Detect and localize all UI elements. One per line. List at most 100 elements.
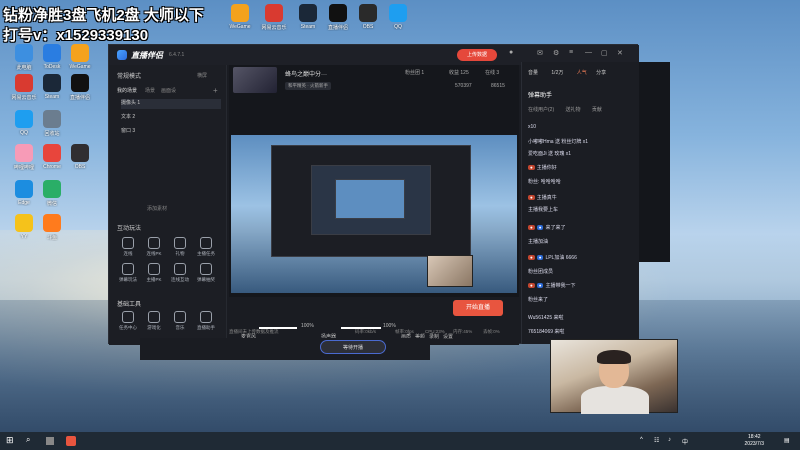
search-icon[interactable]: ⌕ [26, 435, 36, 445]
desktop-icon[interactable]: 直播伴侣 [62, 74, 98, 101]
stat-item: 收益 125 [449, 70, 469, 76]
notification-icon[interactable]: ▤ [784, 437, 794, 447]
minimize-icon[interactable]: — [585, 49, 592, 56]
chat-message: 粉丝来了 [528, 297, 549, 303]
left-sidebar: 常规模式 横屏 我的场景 场景 画面设 + 摄像头 1 文本 2 窗口 3 添加… [109, 65, 227, 345]
mail-icon[interactable]: ✉ [537, 49, 543, 57]
room-thumbnail[interactable] [233, 67, 277, 93]
scene-item[interactable]: 文本 2 [121, 113, 221, 123]
interact-tool[interactable]: 连线互动 [167, 263, 193, 283]
tray-icon[interactable]: ^ [640, 437, 650, 447]
metric: 帧率:0fps [395, 329, 414, 334]
preview-webcam [427, 255, 473, 287]
interact-tool[interactable]: 弹幕抽奖 [193, 263, 219, 283]
like-count: 86515 [491, 83, 505, 89]
stream-preview[interactable] [231, 135, 517, 293]
person-hair [597, 350, 631, 364]
add-material-button[interactable]: 添加素材 [147, 205, 167, 212]
menu-icon[interactable]: ≡ [569, 49, 573, 56]
start-live-button[interactable]: 开始直播 [453, 300, 503, 316]
desktop-icon[interactable]: 斗鱼 [34, 214, 70, 241]
settings-icon[interactable]: ⚙ [553, 49, 559, 57]
interact-title: 互动玩法 [117, 226, 142, 232]
chat-subtabs: 在线用户(2) 送礼物 贡献 [528, 106, 636, 113]
ime-icon[interactable]: 中 [682, 437, 692, 447]
chat-message: 粉丝: 哈哈哈哈 [528, 179, 561, 185]
chat-message: Wu561425 来啦 [528, 315, 564, 321]
desktop-icon[interactable]: 网易云音乐 [256, 4, 292, 31]
desktop-icon[interactable]: QQ [380, 4, 416, 30]
scene-tab[interactable]: 画面设 [161, 87, 176, 94]
interact-tool[interactable]: 弹幕玩法 [115, 263, 141, 283]
viewer-count: 570397 [455, 83, 472, 89]
stream-overlay-line2: 打号v：x1529339130 [3, 27, 149, 44]
chat-message: 主播加油 [528, 239, 549, 245]
chat-subtab[interactable]: 贡献 [592, 107, 602, 113]
chat-tab[interactable]: 人气 [577, 70, 587, 76]
interact-tool[interactable]: 礼物 [167, 237, 193, 257]
upload-data-button[interactable]: 上传数据 [457, 49, 497, 61]
webcam-overlay [550, 339, 678, 414]
chat-subtab[interactable]: 送礼物 [566, 107, 581, 113]
chat-message: ● ● 主播带我一下 [528, 283, 576, 289]
chat-tab[interactable]: 1/2万 [551, 70, 563, 76]
chat-message: 小嘟嘟Hma 送 粉丝灯牌 x1 [528, 139, 589, 145]
interact-tool[interactable]: 主播PK [141, 263, 167, 283]
chat-message: ● ● LPL加油 6666 [528, 255, 577, 261]
mode-title[interactable]: 常规模式 [117, 71, 141, 80]
mode-switch[interactable]: 横屏 [197, 72, 207, 79]
chat-tab[interactable]: 分享 [596, 70, 606, 76]
interact-tool[interactable]: 连线PK [141, 237, 167, 257]
metric: CPU:23% [425, 329, 445, 334]
interact-tool[interactable]: 主播任务 [193, 237, 219, 257]
close-icon[interactable]: ✕ [617, 49, 623, 57]
live-companion-taskbar-icon[interactable] [66, 436, 76, 446]
stat-item: 在线 3 [485, 70, 500, 76]
taskbar-clock[interactable]: 18:42 2023/7/3 [745, 434, 764, 448]
desktop-icon[interactable]: WeGame [222, 4, 258, 30]
scene-tab[interactable]: 我的场景 [117, 87, 137, 94]
scene-item[interactable]: 摄像头 1 [121, 99, 221, 109]
stream-overlay-line1: 钻粉净胜3盘飞机2盘 大师以下 [3, 7, 204, 24]
desktop-icon[interactable]: 微信 [34, 180, 70, 207]
task-view-icon[interactable] [46, 437, 54, 445]
chat-message: ● ● 来了来了 [528, 225, 566, 231]
interact-tool[interactable]: 连线 [115, 237, 141, 257]
stat-item: 粉丝团 1 [405, 70, 425, 76]
metric: 丢帧:0% [483, 329, 500, 334]
desktop-icon[interactable]: 回收站 [34, 110, 70, 137]
network-icon[interactable]: ☷ [654, 437, 664, 447]
chat-message: ● 主播真牛 [528, 195, 557, 201]
waiting-live-button[interactable]: 等待开播 [320, 340, 386, 354]
desktop-icon[interactable]: OBS [62, 144, 98, 170]
basic-tool[interactable]: 游戏化 [141, 311, 167, 331]
room-category-tag[interactable]: 和平精英 · 火箭新手 [285, 82, 331, 90]
chat-subtab[interactable]: 在线用户(2) [528, 107, 554, 113]
app-version: 6.4.7.1 [169, 52, 185, 58]
background-window [638, 62, 670, 262]
scene-item[interactable]: 窗口 3 [121, 127, 221, 137]
room-title[interactable]: 蜂鸟之巅中分··· [285, 69, 327, 78]
basic-tool[interactable]: 直播助手 [193, 311, 219, 331]
avatar-icon[interactable]: ● [509, 49, 513, 56]
scene-tab[interactable]: 场景 [145, 87, 155, 94]
taskbar: ⊞ ⌕ ^ ☷ ♪ 中 18:42 2023/7/3 ▤ [0, 432, 800, 450]
basic-tools-title: 基础工具 [117, 302, 142, 308]
chat-panel: 音量 1/2万 人气 分享 弹幕助手 在线用户(2) 送礼物 贡献 x10 小嘟… [521, 62, 639, 344]
metric: 码率:0kb/s [355, 329, 377, 334]
volume-icon[interactable]: ♪ [668, 437, 678, 447]
basic-tool[interactable]: 音乐 [167, 311, 193, 331]
add-scene-icon[interactable]: + [213, 86, 218, 95]
windows-start-icon[interactable]: ⊞ [6, 435, 16, 445]
maximize-icon[interactable]: ▢ [601, 49, 608, 57]
clock-date: 2023/7/3 [744, 441, 764, 447]
desktop-icon[interactable]: WeGame [62, 44, 98, 70]
chat-message: ● 主播你好 [528, 165, 557, 171]
chat-tabs: 音量 1/2万 人气 分享 [528, 69, 636, 76]
chat-tab[interactable]: 音量 [528, 70, 538, 76]
person-shirt [581, 386, 649, 414]
status-tip: 直播间未上传数据及推流 [229, 329, 279, 334]
background-controls [140, 338, 430, 360]
basic-tool[interactable]: 任务中心 [115, 311, 141, 331]
app-logo-icon [117, 50, 127, 60]
